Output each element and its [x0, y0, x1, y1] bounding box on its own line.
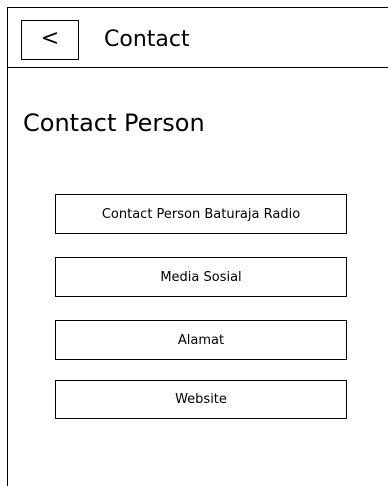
header-title: Contact [104, 27, 190, 52]
back-arrow-icon: < [40, 26, 60, 51]
back-button[interactable]: < [21, 20, 79, 60]
menu-item-label: Contact Person Baturaja Radio [101, 206, 301, 222]
menu-item-label: Media Sosial [160, 269, 242, 285]
header-bar: < Contact [8, 8, 388, 68]
alamat-button[interactable]: Alamat [55, 320, 347, 360]
media-sosial-button[interactable]: Media Sosial [55, 257, 347, 297]
menu-item-label: Alamat [177, 332, 225, 348]
contact-person-baturaja-radio-button[interactable]: Contact Person Baturaja Radio [55, 194, 347, 234]
menu-item-label: Website [175, 392, 227, 407]
page-title: Contact Person [23, 109, 205, 137]
website-button[interactable]: Website [55, 380, 347, 419]
contact-screen: < Contact Contact Person Contact Person … [7, 7, 388, 486]
